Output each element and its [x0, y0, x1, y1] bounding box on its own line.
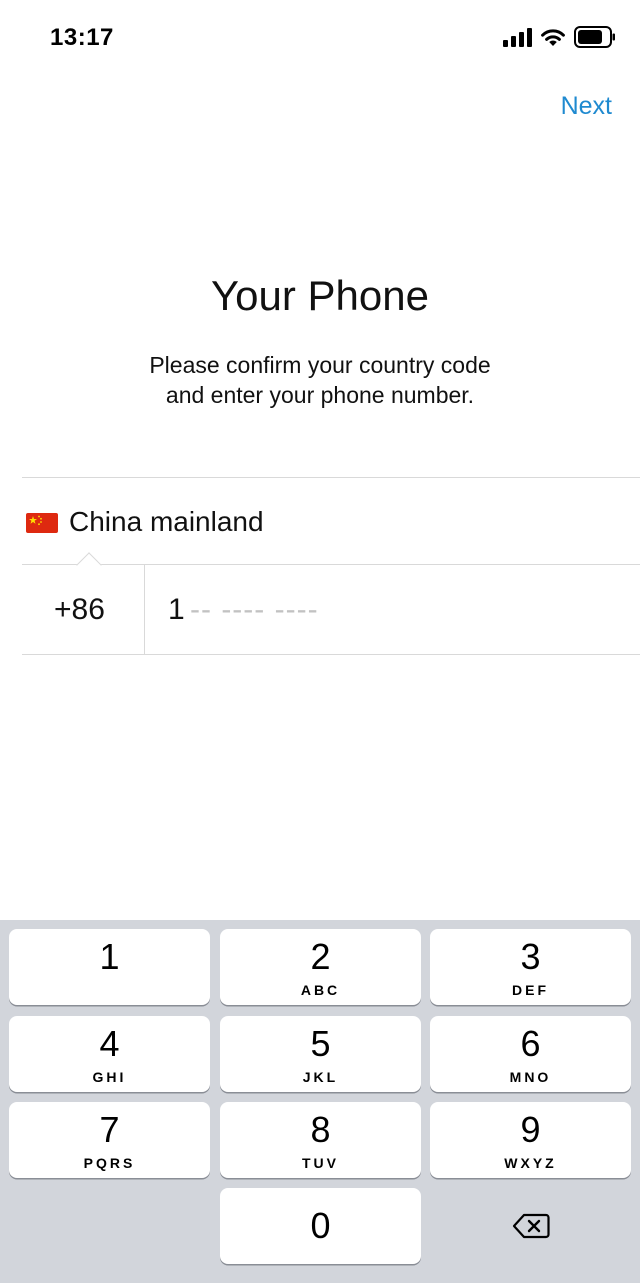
country-code-value: +86	[54, 593, 105, 626]
backspace-icon	[512, 1213, 550, 1239]
key-8-letters: TUV	[302, 1155, 339, 1171]
key-8[interactable]: 8 TUV	[220, 1102, 421, 1178]
key-3[interactable]: 3 DEF	[430, 929, 631, 1005]
phone-input-row: +86 1 -- ---- ----	[22, 565, 640, 655]
key-1-digit: 1	[99, 936, 120, 977]
key-9-digit: 9	[520, 1109, 541, 1150]
phone-number-value: 1	[168, 593, 185, 626]
key-2-digit: 2	[310, 936, 331, 977]
key-6-letters: MNO	[509, 1069, 552, 1085]
phone-number-placeholder: -- ---- ----	[190, 593, 319, 626]
next-button[interactable]: Next	[561, 92, 612, 121]
status-time: 13:17	[50, 24, 114, 51]
subtitle-line-2: and enter your phone number.	[165, 382, 475, 408]
country-code-field[interactable]: +86	[22, 565, 145, 654]
page-subtitle: Please confirm your country code and ent…	[0, 350, 640, 410]
key-5-digit: 5	[310, 1023, 331, 1064]
key-6-digit: 6	[520, 1023, 541, 1064]
status-bar: 13:17	[0, 0, 640, 80]
key-2[interactable]: 2 ABC	[220, 929, 421, 1005]
key-6[interactable]: 6 MNO	[430, 1016, 631, 1092]
key-3-digit: 3	[520, 936, 541, 977]
wifi-icon	[541, 29, 565, 46]
key-5[interactable]: 5 JKL	[220, 1016, 421, 1092]
key-4[interactable]: 4 GHI	[9, 1016, 210, 1092]
key-7-letters: PQRS	[83, 1155, 136, 1171]
key-0[interactable]: 0	[220, 1188, 421, 1264]
status-icons	[503, 26, 616, 48]
key-4-letters: GHI	[92, 1069, 127, 1085]
cellular-signal-icon	[503, 27, 532, 47]
phone-number-field[interactable]: 1 -- ---- ----	[146, 565, 640, 654]
key-1[interactable]: 1	[9, 929, 210, 1005]
key-3-letters: DEF	[512, 982, 549, 998]
key-5-letters: JKL	[302, 1069, 339, 1085]
key-7-digit: 7	[99, 1109, 120, 1150]
numeric-keypad: 1 2 ABC 3 DEF 4 GHI 5 JKL 6 MNO 7 PQRS 8…	[0, 920, 640, 1283]
key-0-digit: 0	[310, 1205, 331, 1246]
key-9-letters: WXYZ	[504, 1155, 557, 1171]
key-8-digit: 8	[310, 1109, 331, 1150]
key-4-digit: 4	[99, 1023, 120, 1064]
key-9[interactable]: 9 WXYZ	[430, 1102, 631, 1178]
country-selector[interactable]: China mainland	[22, 477, 640, 578]
country-name: China mainland	[69, 506, 264, 537]
key-2-letters: ABC	[300, 982, 341, 998]
subtitle-line-1: Please confirm your country code	[149, 352, 491, 378]
key-7[interactable]: 7 PQRS	[9, 1102, 210, 1178]
backspace-button[interactable]	[430, 1188, 631, 1264]
china-flag-icon	[26, 513, 58, 533]
battery-icon	[574, 26, 615, 48]
page-title: Your Phone	[211, 272, 429, 319]
